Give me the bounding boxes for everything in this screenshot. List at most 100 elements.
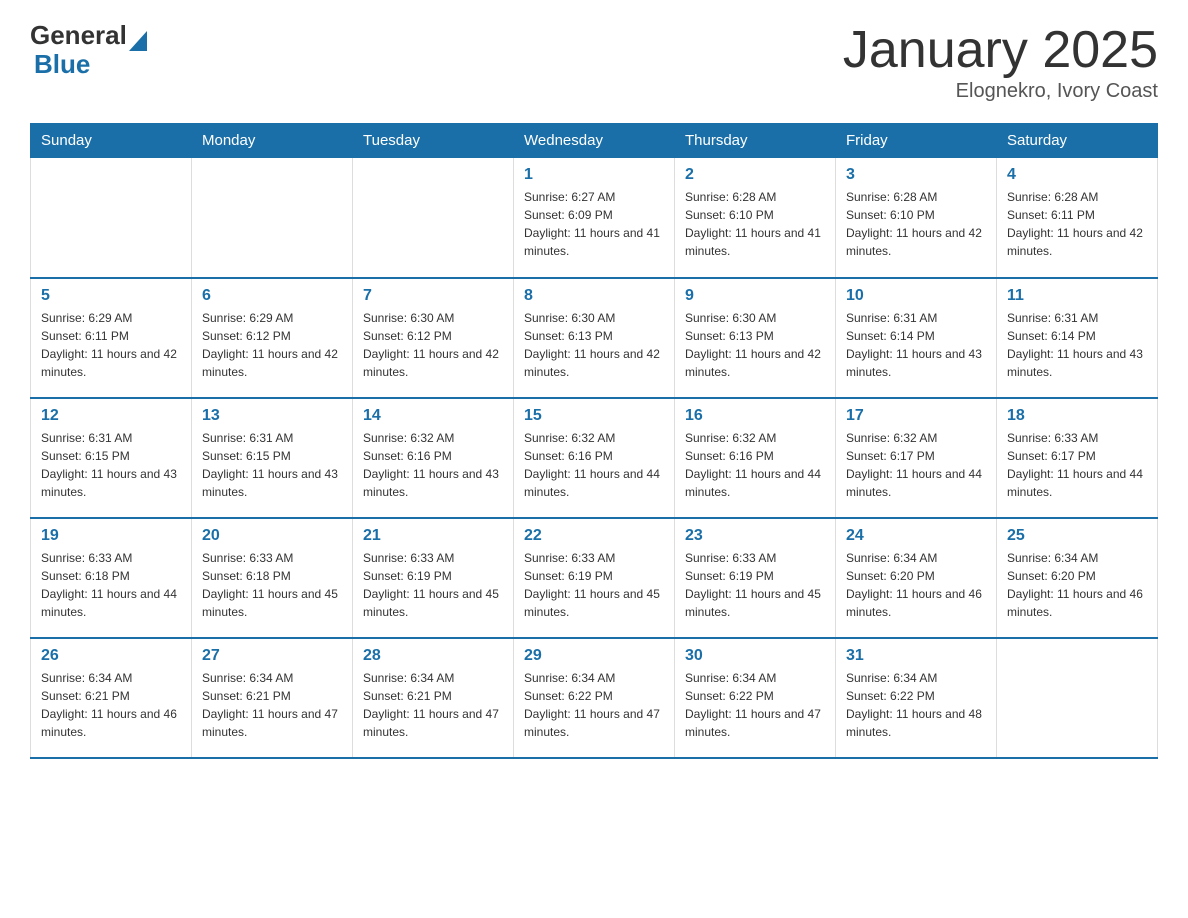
day-number: 25 (1007, 527, 1147, 545)
header-day-tuesday: Tuesday (353, 124, 514, 158)
week-row-4: 19 Sunrise: 6:33 AM Sunset: 6:18 PM Dayli… (31, 518, 1158, 638)
day-number: 20 (202, 527, 342, 545)
day-number: 15 (524, 407, 664, 425)
day-number: 19 (41, 527, 181, 545)
day-info: Sunrise: 6:34 AM Sunset: 6:20 PM Dayligh… (846, 549, 986, 621)
day-info: Sunrise: 6:28 AM Sunset: 6:10 PM Dayligh… (685, 188, 825, 260)
day-number: 2 (685, 166, 825, 184)
calendar-cell: 12 Sunrise: 6:31 AM Sunset: 6:15 PM Dayli… (31, 398, 192, 518)
logo: General Blue (30, 20, 147, 80)
day-info: Sunrise: 6:32 AM Sunset: 6:16 PM Dayligh… (685, 429, 825, 501)
day-info: Sunrise: 6:34 AM Sunset: 6:20 PM Dayligh… (1007, 549, 1147, 621)
day-number: 11 (1007, 287, 1147, 305)
day-number: 24 (846, 527, 986, 545)
day-number: 4 (1007, 166, 1147, 184)
calendar-cell: 28 Sunrise: 6:34 AM Sunset: 6:21 PM Dayli… (353, 638, 514, 758)
calendar-cell: 10Sunrise: 6:31 AM Sunset: 6:14 PM Dayli… (836, 278, 997, 398)
day-number: 21 (363, 527, 503, 545)
day-info: Sunrise: 6:33 AM Sunset: 6:18 PM Dayligh… (41, 549, 181, 621)
day-number: 28 (363, 647, 503, 665)
day-info: Sunrise: 6:32 AM Sunset: 6:17 PM Dayligh… (846, 429, 986, 501)
day-number: 17 (846, 407, 986, 425)
day-info: Sunrise: 6:30 AM Sunset: 6:13 PM Dayligh… (685, 309, 825, 381)
day-info: Sunrise: 6:34 AM Sunset: 6:22 PM Dayligh… (685, 669, 825, 741)
calendar-cell: 31Sunrise: 6:34 AM Sunset: 6:22 PM Dayli… (836, 638, 997, 758)
calendar-cell (31, 158, 192, 278)
calendar-table: SundayMondayTuesdayWednesdayThursdayFrid… (30, 123, 1158, 759)
calendar-cell: 1 Sunrise: 6:27 AM Sunset: 6:09 PM Daylig… (514, 158, 675, 278)
logo-blue-text: Blue (34, 49, 90, 79)
day-number: 18 (1007, 407, 1147, 425)
day-number: 27 (202, 647, 342, 665)
day-info: Sunrise: 6:32 AM Sunset: 6:16 PM Dayligh… (363, 429, 503, 501)
calendar-cell: 5 Sunrise: 6:29 AM Sunset: 6:11 PM Daylig… (31, 278, 192, 398)
day-number: 3 (846, 166, 986, 184)
day-info: Sunrise: 6:33 AM Sunset: 6:19 PM Dayligh… (363, 549, 503, 621)
logo-triangle-icon (129, 31, 147, 51)
calendar-cell: 11 Sunrise: 6:31 AM Sunset: 6:14 PM Dayli… (997, 278, 1158, 398)
calendar-cell: 30 Sunrise: 6:34 AM Sunset: 6:22 PM Dayli… (675, 638, 836, 758)
calendar-cell: 6Sunrise: 6:29 AM Sunset: 6:12 PM Daylig… (192, 278, 353, 398)
day-number: 14 (363, 407, 503, 425)
week-row-1: 1 Sunrise: 6:27 AM Sunset: 6:09 PM Daylig… (31, 158, 1158, 278)
day-info: Sunrise: 6:31 AM Sunset: 6:14 PM Dayligh… (1007, 309, 1147, 381)
day-info: Sunrise: 6:28 AM Sunset: 6:10 PM Dayligh… (846, 188, 986, 260)
calendar-cell (997, 638, 1158, 758)
calendar-cell: 22 Sunrise: 6:33 AM Sunset: 6:19 PM Dayli… (514, 518, 675, 638)
week-row-3: 12 Sunrise: 6:31 AM Sunset: 6:15 PM Dayli… (31, 398, 1158, 518)
calendar-header-row: SundayMondayTuesdayWednesdayThursdayFrid… (31, 124, 1158, 158)
calendar-cell: 24 Sunrise: 6:34 AM Sunset: 6:20 PM Dayli… (836, 518, 997, 638)
calendar-cell: 7Sunrise: 6:30 AM Sunset: 6:12 PM Daylig… (353, 278, 514, 398)
day-number: 5 (41, 287, 181, 305)
calendar-cell: 4 Sunrise: 6:28 AM Sunset: 6:11 PM Daylig… (997, 158, 1158, 278)
day-info: Sunrise: 6:32 AM Sunset: 6:16 PM Dayligh… (524, 429, 664, 501)
day-info: Sunrise: 6:34 AM Sunset: 6:21 PM Dayligh… (363, 669, 503, 741)
day-number: 8 (524, 287, 664, 305)
day-number: 29 (524, 647, 664, 665)
calendar-cell: 20 Sunrise: 6:33 AM Sunset: 6:18 PM Dayli… (192, 518, 353, 638)
calendar-cell: 21 Sunrise: 6:33 AM Sunset: 6:19 PM Dayli… (353, 518, 514, 638)
calendar-cell: 17 Sunrise: 6:32 AM Sunset: 6:17 PM Dayli… (836, 398, 997, 518)
calendar-cell (192, 158, 353, 278)
day-number: 1 (524, 166, 664, 184)
day-info: Sunrise: 6:34 AM Sunset: 6:21 PM Dayligh… (202, 669, 342, 741)
calendar-cell: 14 Sunrise: 6:32 AM Sunset: 6:16 PM Dayli… (353, 398, 514, 518)
calendar-cell: 19 Sunrise: 6:33 AM Sunset: 6:18 PM Dayli… (31, 518, 192, 638)
day-info: Sunrise: 6:30 AM Sunset: 6:13 PM Dayligh… (524, 309, 664, 381)
calendar-cell: 25 Sunrise: 6:34 AM Sunset: 6:20 PM Dayli… (997, 518, 1158, 638)
calendar-cell: 26Sunrise: 6:34 AM Sunset: 6:21 PM Dayli… (31, 638, 192, 758)
day-number: 22 (524, 527, 664, 545)
day-info: Sunrise: 6:34 AM Sunset: 6:22 PM Dayligh… (524, 669, 664, 741)
day-info: Sunrise: 6:27 AM Sunset: 6:09 PM Dayligh… (524, 188, 664, 260)
day-info: Sunrise: 6:33 AM Sunset: 6:19 PM Dayligh… (685, 549, 825, 621)
header-day-wednesday: Wednesday (514, 124, 675, 158)
header-day-monday: Monday (192, 124, 353, 158)
header-day-saturday: Saturday (997, 124, 1158, 158)
calendar-cell: 8 Sunrise: 6:30 AM Sunset: 6:13 PM Daylig… (514, 278, 675, 398)
day-info: Sunrise: 6:33 AM Sunset: 6:17 PM Dayligh… (1007, 429, 1147, 501)
logo-general-text: General (30, 20, 127, 51)
day-info: Sunrise: 6:31 AM Sunset: 6:15 PM Dayligh… (41, 429, 181, 501)
day-info: Sunrise: 6:29 AM Sunset: 6:11 PM Dayligh… (41, 309, 181, 381)
day-number: 12 (41, 407, 181, 425)
day-info: Sunrise: 6:28 AM Sunset: 6:11 PM Dayligh… (1007, 188, 1147, 260)
calendar-title: January 2025 (843, 20, 1158, 80)
day-info: Sunrise: 6:34 AM Sunset: 6:22 PM Dayligh… (846, 669, 986, 741)
calendar-cell: 2 Sunrise: 6:28 AM Sunset: 6:10 PM Daylig… (675, 158, 836, 278)
calendar-cell: 3 Sunrise: 6:28 AM Sunset: 6:10 PM Daylig… (836, 158, 997, 278)
day-number: 30 (685, 647, 825, 665)
header-day-friday: Friday (836, 124, 997, 158)
day-info: Sunrise: 6:30 AM Sunset: 6:12 PM Dayligh… (363, 309, 503, 381)
week-row-2: 5 Sunrise: 6:29 AM Sunset: 6:11 PM Daylig… (31, 278, 1158, 398)
day-info: Sunrise: 6:31 AM Sunset: 6:14 PM Dayligh… (846, 309, 986, 381)
calendar-cell: 15 Sunrise: 6:32 AM Sunset: 6:16 PM Dayli… (514, 398, 675, 518)
day-info: Sunrise: 6:29 AM Sunset: 6:12 PM Dayligh… (202, 309, 342, 381)
day-info: Sunrise: 6:33 AM Sunset: 6:18 PM Dayligh… (202, 549, 342, 621)
calendar-cell: 23 Sunrise: 6:33 AM Sunset: 6:19 PM Dayli… (675, 518, 836, 638)
title-section: January 2025 Elognekro, Ivory Coast (843, 20, 1158, 103)
week-row-5: 26Sunrise: 6:34 AM Sunset: 6:21 PM Dayli… (31, 638, 1158, 758)
day-number: 23 (685, 527, 825, 545)
day-info: Sunrise: 6:33 AM Sunset: 6:19 PM Dayligh… (524, 549, 664, 621)
day-info: Sunrise: 6:34 AM Sunset: 6:21 PM Dayligh… (41, 669, 181, 741)
calendar-subtitle: Elognekro, Ivory Coast (843, 80, 1158, 103)
